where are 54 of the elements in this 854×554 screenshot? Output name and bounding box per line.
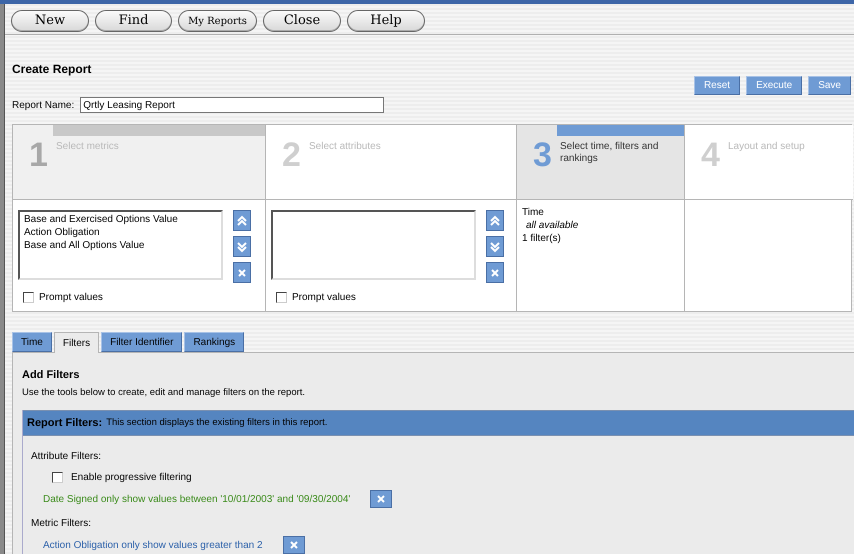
step-label: Select attributes [309, 141, 382, 154]
section-heading: Add Filters [22, 368, 80, 384]
toolbar-button[interactable]: Help [347, 10, 425, 32]
remove-button[interactable] [282, 536, 305, 554]
list-box[interactable] [271, 210, 476, 280]
report-name-field[interactable]: Qrtly Leasing Report [80, 97, 384, 114]
move-down-icon [236, 240, 248, 254]
list-item[interactable]: Base and All Options Value [24, 239, 221, 252]
attribute-filters-label: Attribute Filters: [31, 450, 102, 464]
report-name-label: Report Name: [12, 98, 74, 113]
move-down-button[interactable] [486, 236, 504, 258]
list-box[interactable]: Base and Exercised Options Value Action Obligation Base and All Options Value [18, 210, 223, 280]
step-label: Select time, filters and rankings [560, 141, 660, 166]
tab[interactable]: Filters [54, 332, 100, 354]
remove-icon [290, 541, 298, 549]
checkbox-label: Prompt values [39, 291, 103, 306]
checkbox[interactable] [52, 472, 63, 483]
filter-text[interactable]: Action Obligation only show values greater than 2 [43, 538, 263, 552]
step-label: Layout and setup [728, 141, 806, 154]
checkbox[interactable] [276, 292, 287, 304]
header-note: This section displays the existing filters in this report. [106, 416, 328, 430]
step-number: 1 [29, 138, 48, 172]
remove-button[interactable] [486, 262, 504, 284]
summary-text: Time [522, 206, 545, 220]
move-down-button[interactable] [233, 236, 251, 258]
page-title: Create Report [12, 61, 92, 78]
tab[interactable]: Rankings [184, 332, 244, 352]
move-up-icon [489, 214, 501, 228]
checkbox-label: Enable progressive filtering [71, 471, 192, 485]
remove-icon [377, 495, 386, 503]
toolbar-button[interactable]: My Reports [178, 10, 257, 32]
move-down-icon [489, 240, 501, 254]
header-title: Report Filters: [27, 416, 102, 431]
tab[interactable]: Filter Identifier [101, 332, 182, 352]
toolbar-button[interactable]: New [11, 10, 89, 32]
toolbar-button[interactable]: Close [263, 10, 341, 32]
checkbox[interactable] [23, 292, 34, 304]
toolbar-button[interactable]: Find [95, 10, 172, 32]
move-up-icon [236, 214, 248, 228]
list-item[interactable]: Action Obligation [24, 226, 221, 240]
remove-button[interactable] [233, 262, 251, 284]
checkbox-label: Prompt values [292, 291, 356, 306]
move-up-button[interactable] [233, 210, 251, 232]
step-label: Select metrics [56, 141, 120, 154]
summary-text: all available [525, 219, 580, 232]
remove-button[interactable] [370, 490, 392, 508]
metric-filters-label: Metric Filters: [31, 517, 92, 531]
move-up-button[interactable] [486, 210, 504, 232]
description-text: Use the tools below to create, edit and manage filters on the report. [22, 386, 306, 400]
summary-text: 1 filter(s) [522, 232, 562, 246]
filter-text[interactable]: Date Signed only show values between '10/01/2003' and '09/30/2004' [43, 492, 350, 506]
step-number: 3 [533, 138, 552, 172]
list-item[interactable]: Base and Exercised Options Value [24, 213, 221, 226]
tab[interactable]: Time [12, 332, 52, 352]
